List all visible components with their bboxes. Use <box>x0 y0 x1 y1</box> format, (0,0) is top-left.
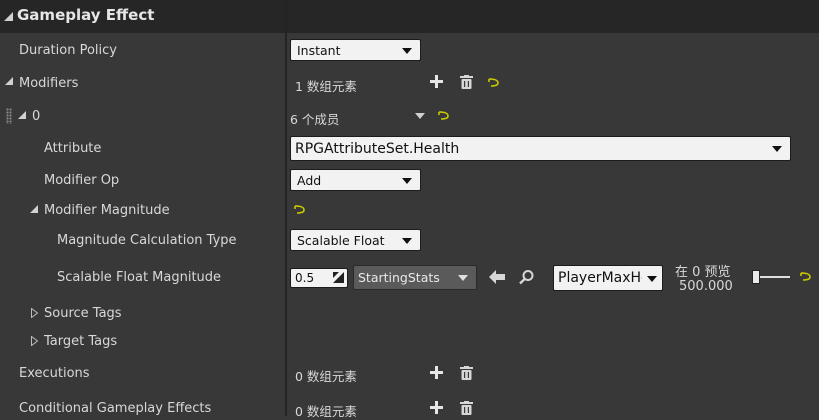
magnitude-calc-type-value: Scalable Float <box>297 233 385 248</box>
column-divider[interactable] <box>285 0 287 416</box>
collapsed-arrow-icon[interactable] <box>31 336 38 346</box>
conditional-effects-count: 0 数组元素 <box>295 404 357 419</box>
trash-icon[interactable] <box>460 401 473 415</box>
chevron-down-icon <box>647 276 657 282</box>
scalable-float-value: 0.5 <box>295 271 315 285</box>
attribute-value: RPGAttributeSet.Health <box>295 141 460 157</box>
trash-icon[interactable] <box>460 75 473 89</box>
chevron-down-icon <box>402 178 412 184</box>
add-element-icon[interactable] <box>430 366 443 379</box>
conditional-effects-label: Conditional Gameplay Effects <box>19 401 212 416</box>
reset-to-default-icon[interactable] <box>800 272 811 281</box>
attribute-dropdown[interactable]: RPGAttributeSet.Health <box>290 136 791 161</box>
category-title: Gameplay Effect <box>17 6 155 24</box>
drag-handle-icon[interactable] <box>6 108 12 124</box>
chevron-down-icon[interactable] <box>415 113 425 119</box>
modifier-op-label: Modifier Op <box>44 173 120 188</box>
modifier-index-label: 0 <box>32 109 41 124</box>
magnitude-calc-type-dropdown[interactable]: Scalable Float <box>290 229 421 251</box>
trash-icon[interactable] <box>460 366 473 380</box>
chevron-down-icon <box>458 275 468 281</box>
executions-label: Executions <box>19 366 90 381</box>
add-element-icon[interactable] <box>430 401 443 414</box>
resize-handle-icon[interactable] <box>333 272 344 283</box>
target-tags-label: Target Tags <box>44 334 118 349</box>
modifier-op-dropdown[interactable]: Add <box>290 169 421 191</box>
duration-policy-label: Duration Policy <box>19 43 117 58</box>
row-name-value: PlayerMaxHe <box>558 270 642 286</box>
expand-arrow-icon[interactable] <box>5 77 13 85</box>
chevron-down-icon <box>402 48 412 54</box>
chevron-down-icon <box>772 146 782 152</box>
reset-to-default-icon[interactable] <box>294 205 305 214</box>
modifier-op-value: Add <box>297 173 322 188</box>
row-name-dropdown[interactable]: PlayerMaxHe <box>553 265 663 291</box>
source-tags-label: Source Tags <box>44 306 122 321</box>
category-header[interactable]: Gameplay Effect <box>0 0 819 33</box>
details-panel: Gameplay Effect Duration Policy Instant … <box>0 0 819 419</box>
duration-policy-value: Instant <box>297 43 341 58</box>
attribute-label: Attribute <box>44 141 102 156</box>
modifier-magnitude-label: Modifier Magnitude <box>44 203 170 218</box>
add-element-icon[interactable] <box>430 75 443 88</box>
reset-to-default-icon[interactable] <box>488 78 499 87</box>
modifier-members-count: 6 个成员 <box>290 112 340 127</box>
expand-arrow-icon[interactable] <box>30 205 38 213</box>
modifiers-count: 1 数组元素 <box>295 79 357 94</box>
collapsed-arrow-icon[interactable] <box>31 308 38 318</box>
preview-label: 在 0 预览 <box>675 265 731 280</box>
curve-table-dropdown[interactable]: StartingStats <box>353 265 477 290</box>
scalable-float-label: Scalable Float Magnitude <box>57 270 222 285</box>
magnitude-calc-type-label: Magnitude Calculation Type <box>57 233 237 248</box>
duration-policy-dropdown[interactable]: Instant <box>290 39 421 61</box>
collapse-arrow-icon[interactable] <box>4 12 13 21</box>
preview-slider-thumb[interactable] <box>752 270 760 284</box>
chevron-down-icon <box>402 238 412 244</box>
reset-to-default-icon[interactable] <box>438 111 449 120</box>
search-icon[interactable] <box>519 269 535 285</box>
modifiers-label: Modifiers <box>19 76 79 91</box>
expand-arrow-icon[interactable] <box>18 111 26 119</box>
scalable-float-value-input[interactable]: 0.5 <box>290 268 348 288</box>
curve-table-value: StartingStats <box>358 270 440 285</box>
preview-value: 500.000 <box>679 279 733 294</box>
executions-count: 0 数组元素 <box>295 369 357 384</box>
use-selected-arrow-icon[interactable] <box>489 270 505 284</box>
